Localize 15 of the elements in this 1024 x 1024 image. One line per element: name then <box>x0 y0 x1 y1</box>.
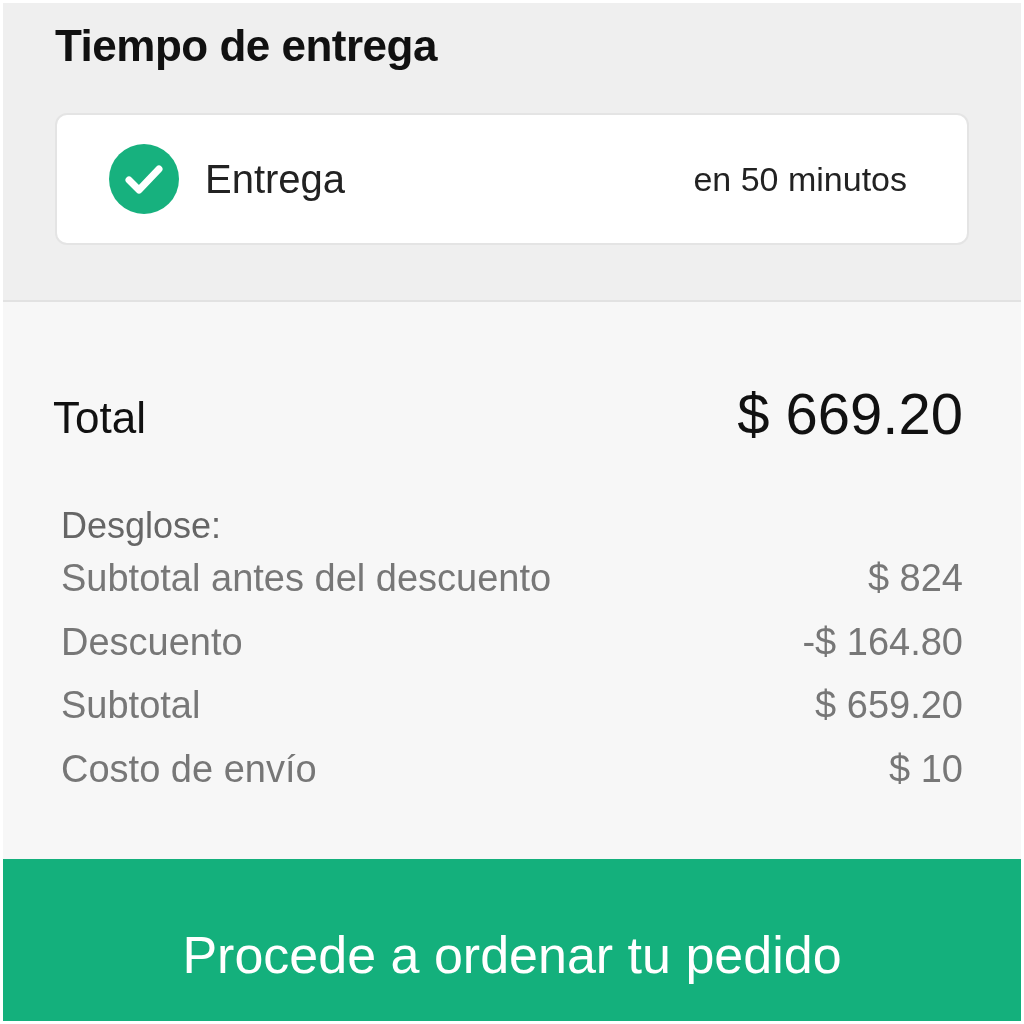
row-value: -$ 164.80 <box>802 620 963 664</box>
delivery-option[interactable]: Entrega en 50 minutos <box>55 113 969 245</box>
breakdown-title: Desglose: <box>61 505 223 547</box>
row-label: Subtotal <box>61 684 201 728</box>
row-value: $ 659.20 <box>815 684 963 728</box>
row-label: Subtotal antes del descuento <box>61 557 552 601</box>
option-label: Entrega <box>205 156 347 202</box>
row-label: Descuento <box>61 620 243 664</box>
section-title: Tiempo de entrega <box>55 21 439 72</box>
row-label: Costo de envío <box>61 747 317 791</box>
total-label: Total <box>53 393 146 443</box>
total-amount: $ 669.20 <box>737 380 963 447</box>
row-value: $ 10 <box>889 747 963 791</box>
delivery-time: en 50 minutos <box>693 159 907 199</box>
row-value: $ 824 <box>867 557 963 601</box>
